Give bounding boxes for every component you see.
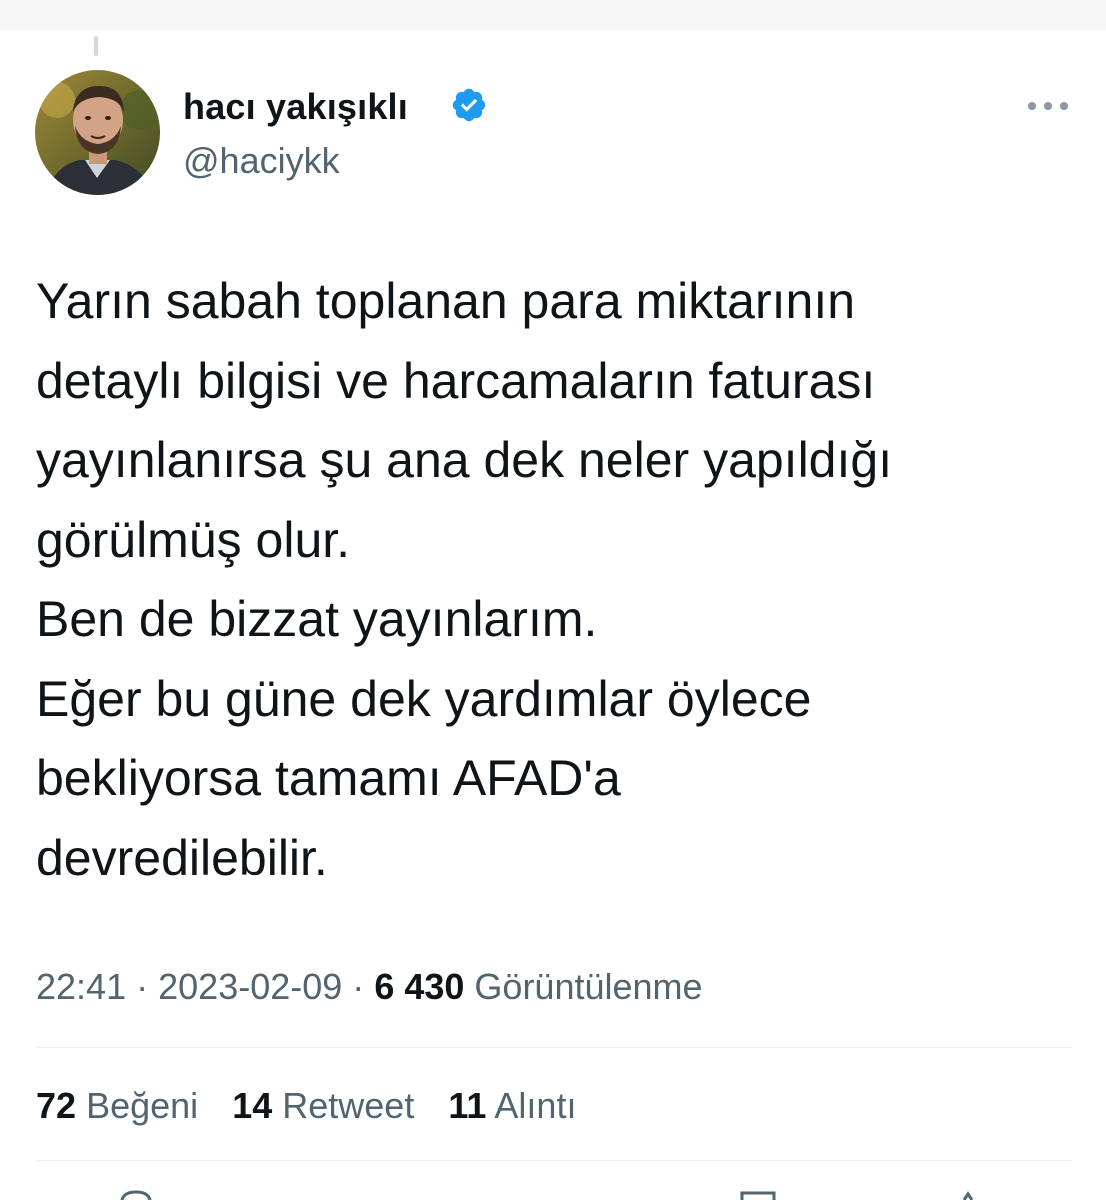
retweets-count: 14 (232, 1085, 273, 1126)
tweet-metadata: 22:41 · 2023-02-09 · 6 430 Görüntülenme (36, 966, 703, 1008)
share-icon[interactable] (738, 1190, 778, 1200)
profile-avatar[interactable] (35, 70, 160, 195)
likes-count: 72 (36, 1085, 77, 1126)
verified-badge-icon (452, 88, 486, 122)
tweet-text: Yarın sabah toplanan para miktarının det… (36, 273, 893, 886)
views-count: 6 430 (374, 966, 465, 1007)
tweet-date[interactable]: 2023-02-09 (158, 966, 342, 1007)
divider (36, 1160, 1072, 1161)
avatar-photo (35, 70, 160, 195)
meta-separator: · (352, 966, 365, 1007)
bookmark-icon[interactable] (958, 1190, 978, 1200)
meta-separator: · (136, 966, 149, 1007)
views-label: Görüntülenme (474, 966, 703, 1007)
author-display-name[interactable]: hacı yakışıklı (183, 86, 408, 128)
retweets-label: Retweet (282, 1085, 415, 1126)
thread-connector-line (94, 36, 98, 56)
likes-label: Beğeni (86, 1085, 199, 1126)
reply-icon[interactable] (116, 1190, 156, 1200)
author-handle[interactable]: @haciykk (183, 140, 340, 182)
quotes-count: 11 (448, 1085, 487, 1126)
previous-tweet-area (0, 0, 1106, 30)
divider (36, 1047, 1072, 1048)
tweet-time[interactable]: 22:41 (36, 966, 126, 1007)
retweets-stat[interactable]: 14 Retweet (232, 1085, 414, 1126)
likes-stat[interactable]: 72 Beğeni (36, 1085, 198, 1126)
tweet-stats: 72 Beğeni 14 Retweet 11 Alıntı (36, 1085, 576, 1127)
quotes-label: Alıntı (494, 1085, 577, 1126)
quotes-stat[interactable]: 11 Alıntı (448, 1085, 576, 1126)
more-options-icon[interactable] (1026, 94, 1070, 118)
